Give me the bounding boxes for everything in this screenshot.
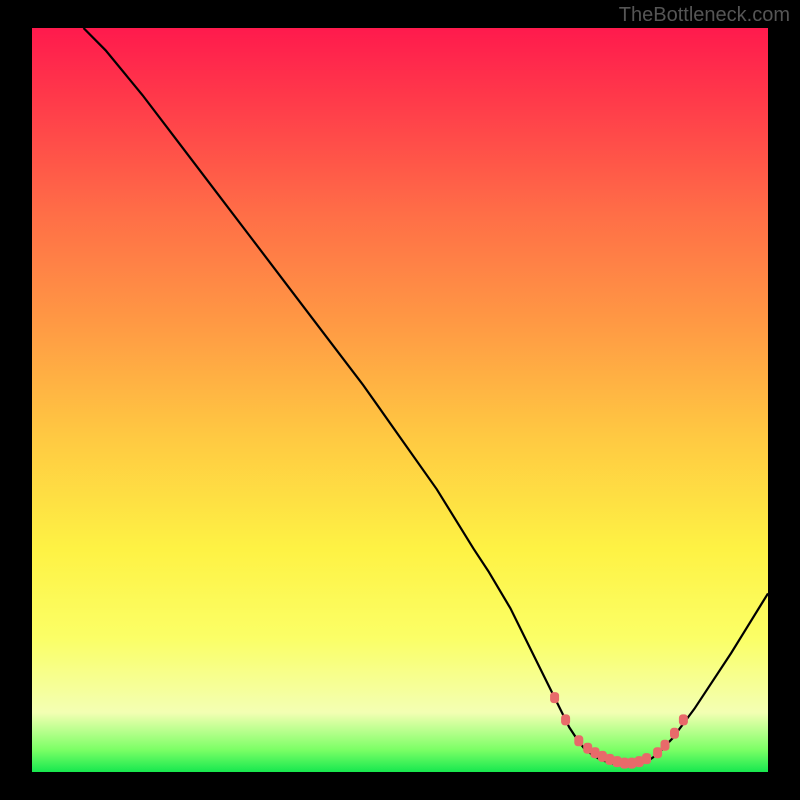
chart-area [32, 28, 768, 772]
marker-point [653, 747, 662, 758]
chart-svg [32, 28, 768, 772]
bottleneck-curve [84, 28, 769, 765]
marker-point [670, 728, 679, 739]
marker-point [550, 692, 559, 703]
marker-point [642, 753, 651, 764]
marker-point [679, 714, 688, 725]
marker-point [661, 740, 670, 751]
marker-point [574, 735, 583, 746]
watermark-text: TheBottleneck.com [619, 4, 790, 27]
marker-point [561, 714, 570, 725]
